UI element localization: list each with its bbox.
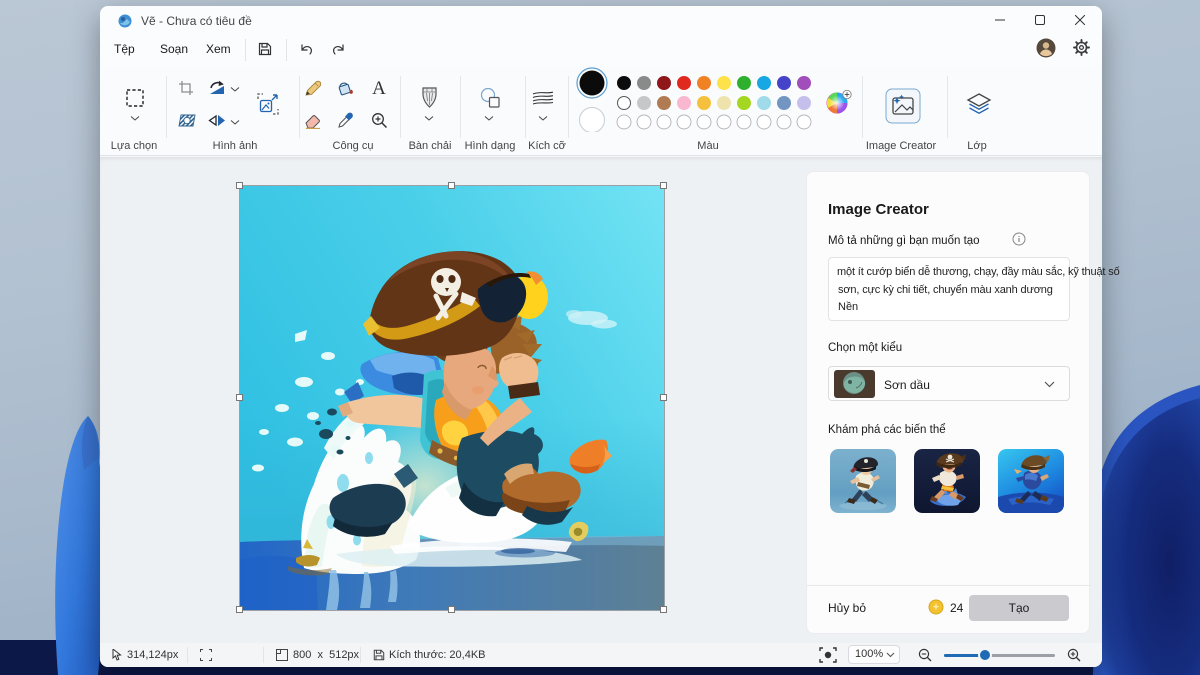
svg-text:A: A: [372, 78, 386, 97]
